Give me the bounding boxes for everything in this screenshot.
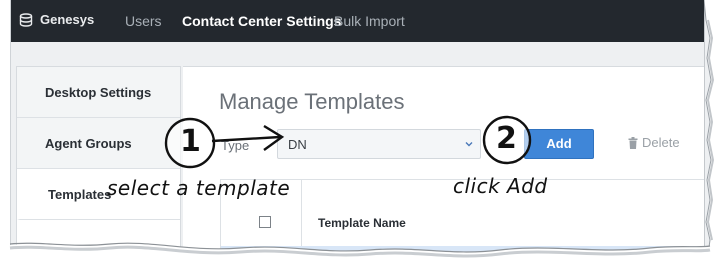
step2-caption: click Add [453,174,548,198]
step1-arrow [211,135,281,143]
step2-number: 2 [496,121,518,156]
torn-edge-right [703,0,725,270]
step1-number: 1 [180,124,202,159]
torn-edge-bottom [0,238,725,269]
step1-caption: select a template [107,176,291,200]
annotation-overlay [164,115,532,169]
